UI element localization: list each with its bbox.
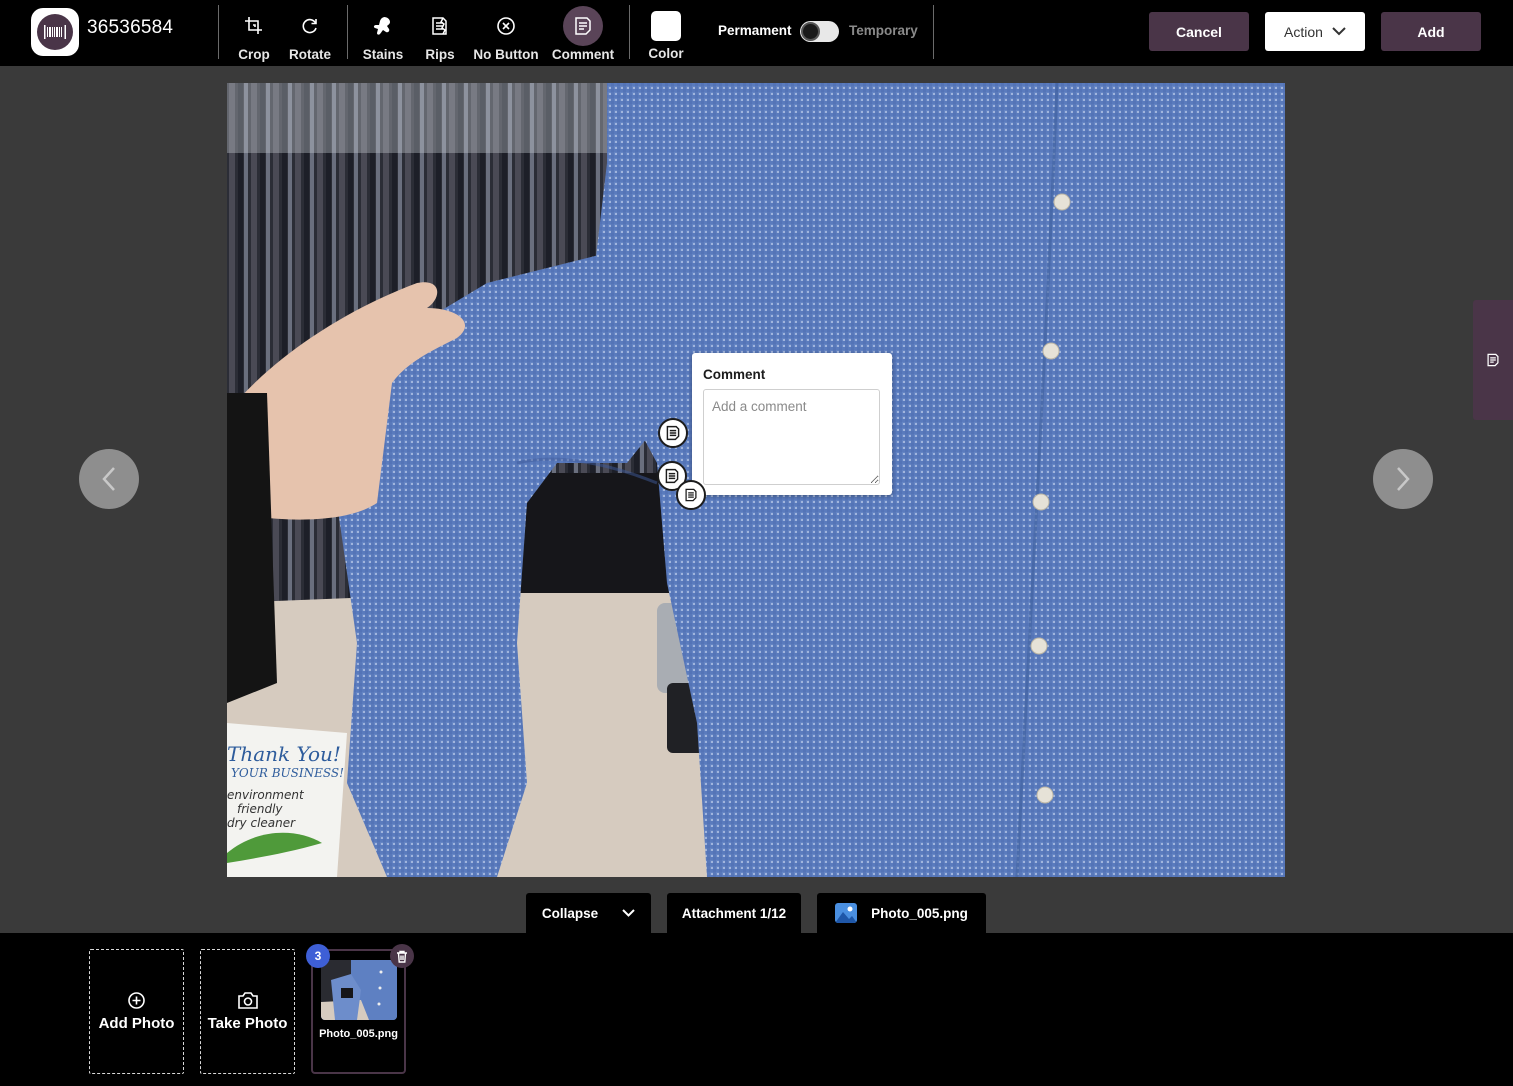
rip-icon [420,6,460,46]
comment-tool-button[interactable]: Comment [552,6,614,62]
comment-icon [1487,353,1499,367]
svg-text:Thank You!: Thank You! [227,742,341,766]
rips-tool-button[interactable]: Rips [420,6,460,62]
svg-text:friendly: friendly [237,802,283,816]
stains-tool-button[interactable]: Stains [363,6,403,62]
comments-panel-tab[interactable] [1473,300,1513,420]
barcode-icon [37,14,73,50]
editor-stage: Thank You! YOUR BUSINESS! environment fr… [0,66,1513,933]
take-photo-label: Take Photo [207,1014,288,1032]
attachment-counter-label: Attachment 1/12 [681,905,787,921]
toolbar-divider [347,5,348,59]
collapse-toggle[interactable]: Collapse [526,893,651,933]
color-label: Color [648,46,684,61]
camera-icon [237,991,258,1009]
comment-icon [665,468,679,484]
thumbnail-image [321,960,397,1020]
photo-thumbnail[interactable]: Photo_005.png 3 [306,944,414,1074]
comment-icon [685,488,697,502]
svg-text:environment: environment [227,788,305,802]
svg-text:dry cleaner: dry cleaner [227,816,296,830]
take-photo-button[interactable]: Take Photo [200,949,295,1074]
toolbar-divider [933,5,934,59]
photo-tray: Add Photo Take Photo Photo_005.png 3 [0,933,1513,1086]
comment-icon [666,425,680,441]
toolbar-divider [629,5,630,59]
current-file-name: Photo_005.png [871,905,968,921]
collapse-label: Collapse [541,905,599,921]
plus-circle-icon [128,991,145,1009]
add-button[interactable]: Add [1381,12,1481,51]
color-picker-button[interactable]: Color [646,6,686,62]
action-label: Action [1284,23,1323,40]
permanent-label: Permament [718,23,792,38]
attachment-counter: Attachment 1/12 [667,893,801,933]
previous-photo-button[interactable] [79,449,139,509]
comment-marker[interactable] [676,480,706,510]
comment-popup: Comment [692,353,892,495]
app-logo [31,8,79,56]
chevron-down-icon [622,909,635,917]
crop-tool-button[interactable]: Crop [234,6,274,62]
rotate-icon [290,6,330,46]
next-photo-button[interactable] [1373,449,1433,509]
comment-input[interactable] [703,389,880,485]
chevron-down-icon [1332,27,1346,36]
permanence-toggle[interactable] [800,21,839,42]
action-dropdown[interactable]: Action [1265,12,1365,51]
no-button-tool-button[interactable]: No Button [473,6,539,62]
crop-label: Crop [238,47,270,62]
comment-marker[interactable] [658,418,688,448]
toolbar-divider [218,5,219,59]
no-button-label: No Button [473,47,539,62]
rips-label: Rips [425,47,455,62]
add-photo-button[interactable]: Add Photo [89,949,184,1074]
color-swatch [651,11,681,41]
comment-popup-title: Comment [703,367,766,382]
crop-icon [234,6,274,46]
toggle-knob [801,22,820,41]
trash-icon [397,950,407,963]
thank-you-sign: Thank You! YOUR BUSINESS! environment fr… [227,723,347,877]
temporary-label: Temporary [849,23,918,38]
comment-label: Comment [551,47,615,62]
comment-count-badge: 3 [306,944,330,968]
svg-text:YOUR BUSINESS!: YOUR BUSINESS! [231,766,344,780]
image-file-icon [835,903,858,923]
stains-label: Stains [362,47,404,62]
stain-icon [363,6,403,46]
cancel-button[interactable]: Cancel [1149,12,1249,51]
top-toolbar: 36536584 Crop Rotate Stains Rips No Butt… [0,0,1513,66]
comment-icon [563,6,603,46]
delete-photo-button[interactable] [390,944,414,968]
thumbnail-filename: Photo_005.png [319,1028,398,1040]
rotate-label: Rotate [288,47,331,62]
rotate-tool-button[interactable]: Rotate [288,6,332,62]
chevron-right-icon [1397,467,1410,491]
no-button-icon [486,6,526,46]
ticket-number: 36536584 [87,17,174,38]
chevron-left-icon [102,467,115,491]
add-photo-label: Add Photo [98,1014,175,1032]
current-file-pill[interactable]: Photo_005.png [817,893,986,933]
